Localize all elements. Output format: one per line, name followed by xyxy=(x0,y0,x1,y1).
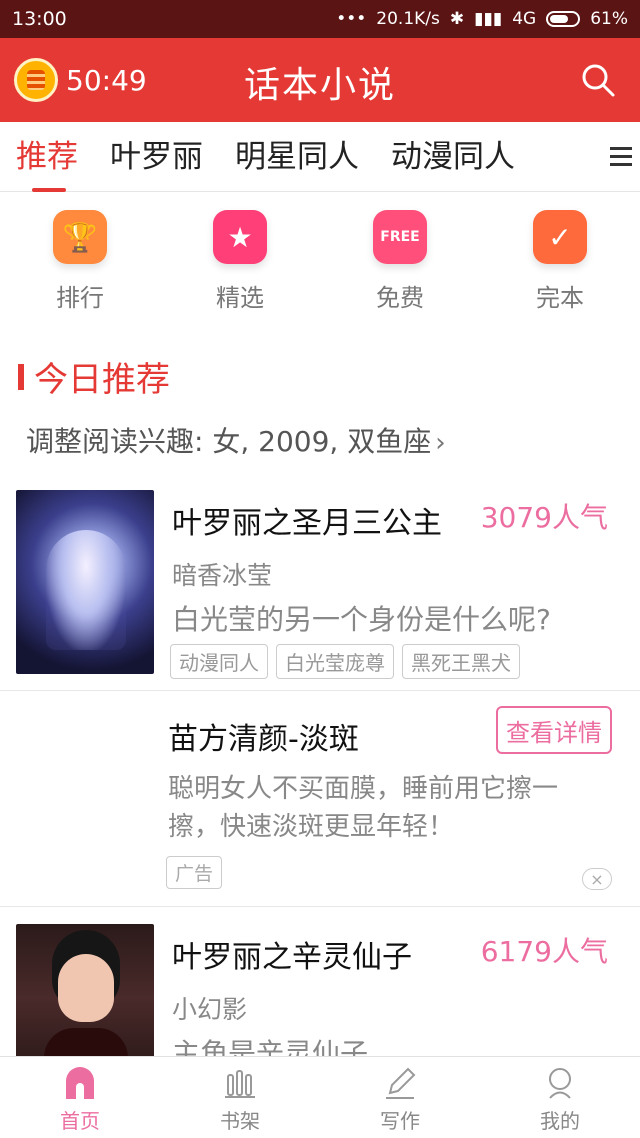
ad-detail-button[interactable]: 查看详情 xyxy=(496,706,612,754)
book-popularity: 3079人气 xyxy=(480,501,608,534)
chevron-right-icon: › xyxy=(435,428,446,458)
book-item[interactable]: 叶罗丽之辛灵仙子 6179人气 小幻影 主角是辛灵仙子 xyxy=(0,924,640,1108)
interest-adjust-link[interactable]: 调整阅读兴趣: 女, 2009, 双鱼座 › xyxy=(26,420,446,460)
book-author: 暗香冰莹 xyxy=(172,561,273,590)
check-book-icon: ✓ xyxy=(533,210,587,264)
section-title: 今日推荐 xyxy=(34,360,170,400)
nav-write[interactable]: 写作 xyxy=(320,1057,480,1138)
book-cover xyxy=(16,490,154,674)
book-author: 小幻影 xyxy=(172,995,248,1024)
category-completed[interactable]: ✓ 完本 xyxy=(480,210,640,330)
category-tabs: 推荐 叶罗丽 明星同人 动漫同人 xyxy=(0,122,640,192)
category-label: 精选 xyxy=(216,284,264,312)
profile-icon xyxy=(549,1068,571,1099)
book-tag[interactable]: 白光莹庞尊 xyxy=(276,644,394,679)
app-header: 50:49 话本小说 xyxy=(0,38,640,122)
category-label: 免费 xyxy=(376,284,424,312)
ad-title: 苗方清颜-淡斑 xyxy=(168,722,359,757)
free-icon: FREE xyxy=(373,210,427,264)
nav-label: 我的 xyxy=(540,1109,580,1133)
nav-label: 首页 xyxy=(60,1109,100,1133)
tab-star-fanfic[interactable]: 明星同人 xyxy=(219,122,375,192)
category-featured[interactable]: ★ 精选 xyxy=(160,210,320,330)
home-icon xyxy=(66,1067,94,1099)
book-item[interactable]: 叶罗丽之圣月三公主 3079人气 暗香冰莹 白光莹的另一个身份是什么呢? 动漫同… xyxy=(0,490,640,690)
book-title: 叶罗丽之辛灵仙子 xyxy=(172,940,412,975)
category-label: 完本 xyxy=(536,284,584,312)
star-icon: ★ xyxy=(213,210,267,264)
category-ranking[interactable]: 🏆 排行 xyxy=(0,210,160,330)
bluetooth-icon: ✱ xyxy=(449,9,465,29)
signal-icon: ▮▮▮ xyxy=(474,9,503,29)
ad-description: 聪明女人不买面膜，睡前用它擦一擦，快速淡斑更显年轻！ xyxy=(168,774,559,842)
nav-profile[interactable]: 我的 xyxy=(480,1057,640,1138)
pen-icon xyxy=(386,1067,416,1099)
divider xyxy=(0,690,640,691)
tab-yeluoli[interactable]: 叶罗丽 xyxy=(94,122,219,192)
bottom-navigation: 首页 书架 写作 我的 xyxy=(0,1056,640,1138)
trophy-icon: 🏆 xyxy=(53,210,107,264)
book-tag[interactable]: 黑死王黑犬 xyxy=(402,644,520,679)
nav-label: 书架 xyxy=(220,1109,260,1133)
search-icon[interactable] xyxy=(580,62,616,98)
interest-text: 调整阅读兴趣: 女, 2009, 双鱼座 xyxy=(26,425,432,458)
close-icon[interactable]: × xyxy=(582,868,612,890)
section-today-recommend: 今日推荐 xyxy=(18,352,170,401)
category-free[interactable]: FREE 免费 xyxy=(320,210,480,330)
book-tag[interactable]: 动漫同人 xyxy=(170,644,268,679)
bookshelf-icon xyxy=(225,1070,255,1098)
nav-home[interactable]: 首页 xyxy=(0,1057,160,1138)
battery-icon xyxy=(546,11,581,27)
book-popularity: 6179人气 xyxy=(480,935,608,968)
app-title: 话本小说 xyxy=(243,65,396,106)
status-dots: ••• xyxy=(336,9,367,29)
book-tags: 动漫同人 白光莹庞尊 黑死王黑犬 xyxy=(170,644,528,679)
ad-badge: 广告 xyxy=(166,856,223,889)
battery-percent: 61% xyxy=(590,9,628,29)
section-marker xyxy=(18,363,24,390)
book-title: 叶罗丽之圣月三公主 xyxy=(172,506,442,541)
tab-menu-icon[interactable] xyxy=(604,142,632,172)
quick-categories: 🏆 排行 ★ 精选 FREE 免费 ✓ 完本 xyxy=(0,210,640,330)
status-time: 13:00 xyxy=(12,8,67,30)
tab-anime-fanfic[interactable]: 动漫同人 xyxy=(375,122,531,192)
nav-label: 写作 xyxy=(380,1109,420,1133)
tab-recommend[interactable]: 推荐 xyxy=(0,122,94,192)
network-speed: 20.1K/s xyxy=(376,9,440,29)
nav-bookshelf[interactable]: 书架 xyxy=(160,1057,320,1138)
divider xyxy=(0,906,640,907)
category-label: 排行 xyxy=(56,284,104,312)
book-description: 白光莹的另一个身份是什么呢? xyxy=(172,603,551,636)
status-bar: 13:00 ••• 20.1K/s ✱ ▮▮▮ 4G 61% xyxy=(0,0,640,38)
network-type: 4G xyxy=(512,9,537,29)
